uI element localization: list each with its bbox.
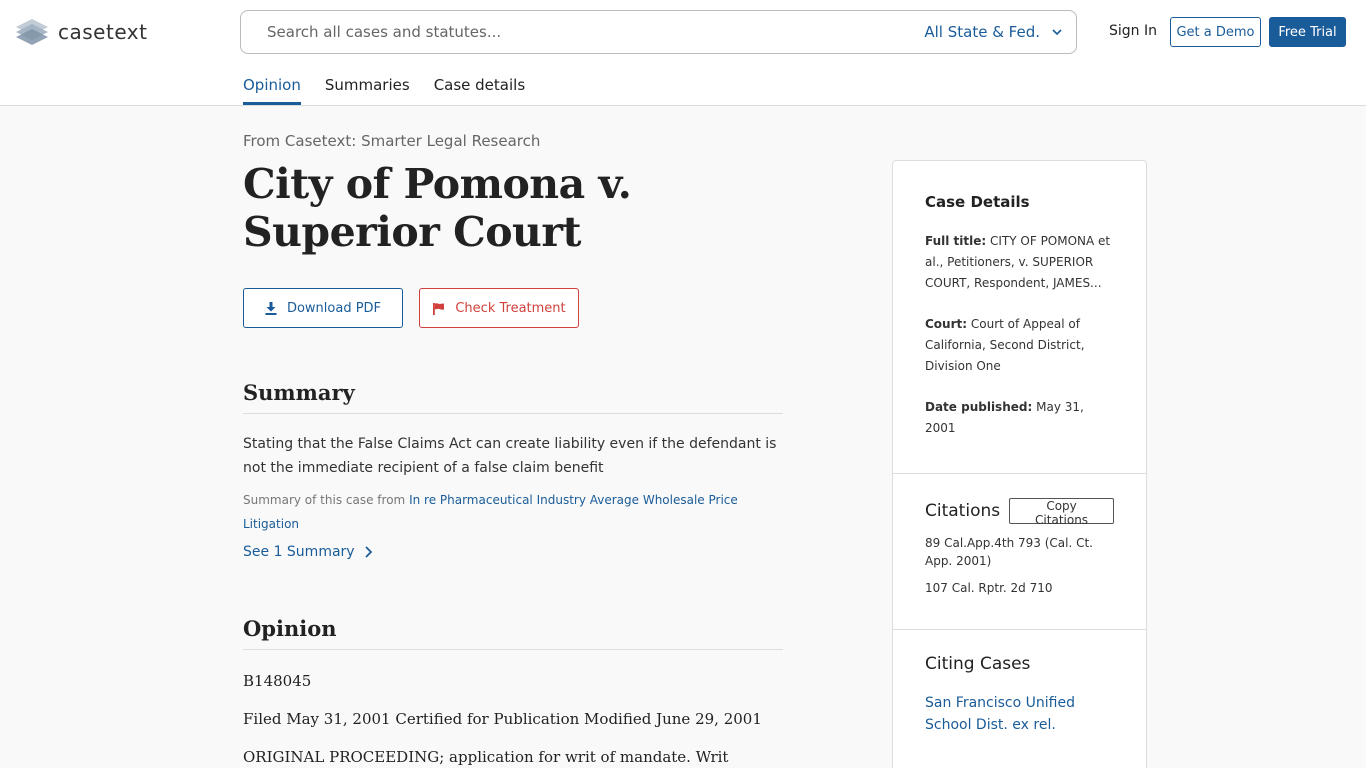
opinion-heading: Opinion <box>243 616 783 650</box>
full-title-field: Full title: CITY OF POMONA et al., Petit… <box>925 231 1114 294</box>
flag-icon <box>433 302 445 315</box>
chevron-right-icon <box>364 546 372 558</box>
court-field: Court: Court of Appeal of California, Se… <box>925 314 1114 377</box>
tab-summaries[interactable]: Summaries <box>325 76 410 105</box>
logo-text: casetext <box>58 20 148 44</box>
opinion-filed: Filed May 31, 2001 Certified for Publica… <box>243 710 762 728</box>
casetext-logo[interactable]: casetext <box>15 17 147 47</box>
download-icon <box>265 301 277 315</box>
summary-source-prefix: Summary of this case from <box>243 493 406 507</box>
court-label: Court: <box>925 317 968 331</box>
case-details-sidebar: Case Details Full title: CITY OF POMONA … <box>892 160 1147 768</box>
see-summary-link[interactable]: See 1 Summary <box>243 544 783 560</box>
tab-opinion[interactable]: Opinion <box>243 76 301 105</box>
case-actions: Download PDF Check Treatment <box>243 288 783 328</box>
opinion-docket: B148045 <box>243 672 312 690</box>
jurisdiction-label: All State & Fed. <box>924 23 1040 41</box>
citation-item: 89 Cal.App.4th 793 (Cal. Ct. App. 2001) <box>925 536 1093 568</box>
citations-header: Citations Copy Citations <box>925 498 1114 527</box>
citation-item: 107 Cal. Rptr. 2d 710 <box>925 581 1053 595</box>
page-tabs: Opinion Summaries Case details <box>243 76 525 105</box>
main-content: From Casetext: Smarter Legal Research Ci… <box>243 132 783 766</box>
site-header: casetext All State & Fed. Sign In Get a … <box>0 0 1366 106</box>
citations-section: Citations Copy Citations 89 Cal.App.4th … <box>893 474 1146 630</box>
citations-heading: Citations <box>925 501 1001 521</box>
case-details-section: Case Details Full title: CITY OF POMONA … <box>893 161 1146 474</box>
free-trial-button[interactable]: Free Trial <box>1269 17 1346 47</box>
case-details-heading: Case Details <box>925 193 1030 211</box>
page-title: City of Pomona v. Superior Court <box>243 160 632 256</box>
copy-citations-button[interactable]: Copy Citations <box>1009 498 1114 527</box>
citing-case-link[interactable]: San Francisco Unified School Dist. ex re… <box>925 692 1114 736</box>
search-bar: All State & Fed. <box>240 10 1077 54</box>
download-pdf-button[interactable]: Download PDF <box>243 288 403 328</box>
opinion-proceeding: ORIGINAL PROCEEDING; application for wri… <box>243 748 729 766</box>
summary-source: Summary of this case from In re Pharmace… <box>243 488 783 536</box>
see-summary-label: See 1 Summary <box>243 544 355 560</box>
check-treatment-button[interactable]: Check Treatment <box>419 288 579 328</box>
tab-case-details[interactable]: Case details <box>434 76 525 105</box>
check-treatment-label: Check Treatment <box>455 300 566 316</box>
full-title-label: Full title: <box>925 234 987 248</box>
citing-cases-heading: Citing Cases <box>925 654 1031 674</box>
from-line: From Casetext: Smarter Legal Research <box>243 132 541 150</box>
date-published-field: Date published: May 31, 2001 <box>925 397 1114 439</box>
get-demo-button[interactable]: Get a Demo <box>1170 17 1261 47</box>
citing-cases-section: Citing Cases San Francisco Unified Schoo… <box>893 630 1146 736</box>
summary-heading: Summary <box>243 380 783 414</box>
chevron-down-icon <box>1052 28 1062 35</box>
date-published-label: Date published: <box>925 400 1033 414</box>
search-input[interactable] <box>253 17 893 47</box>
summary-text: Stating that the False Claims Act can cr… <box>243 436 777 476</box>
download-pdf-label: Download PDF <box>286 300 382 316</box>
casetext-logo-icon <box>16 19 48 45</box>
sign-in-link[interactable]: Sign In <box>1109 23 1157 39</box>
jurisdiction-dropdown[interactable]: All State & Fed. <box>924 23 1062 41</box>
